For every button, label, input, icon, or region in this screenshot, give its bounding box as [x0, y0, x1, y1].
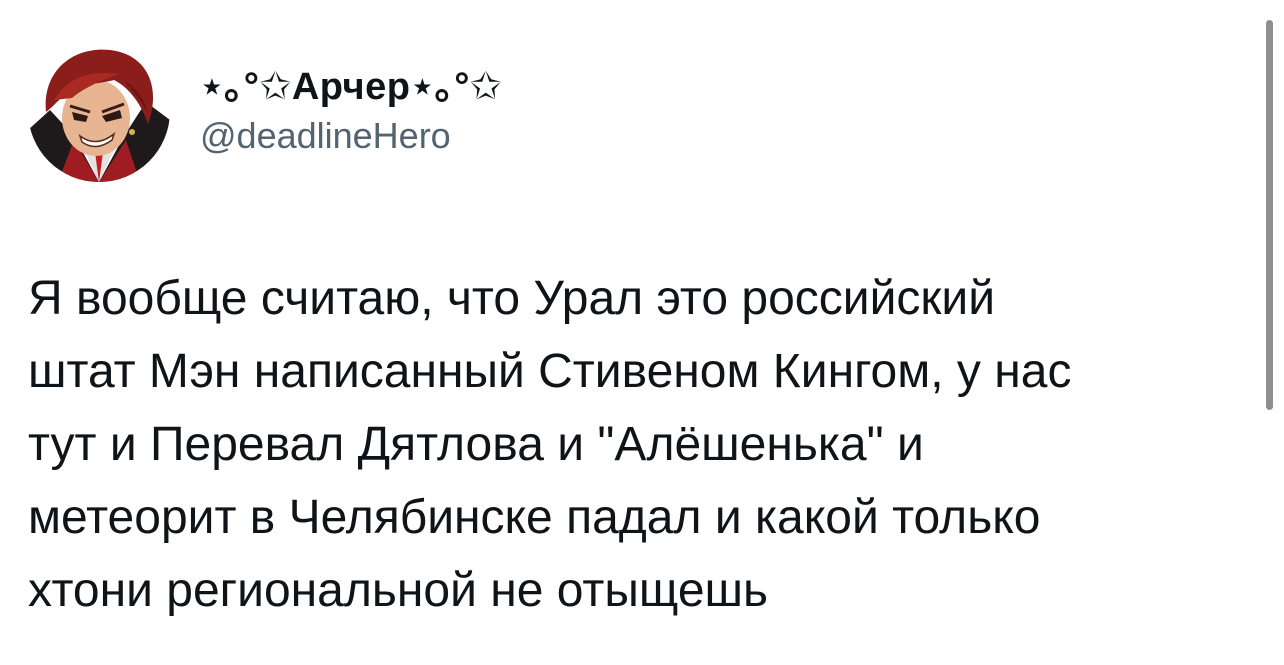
tweet-card: ⋆｡°✩Арчер⋆｡°✩ @deadlineHero Я вообще счи…: [0, 0, 1284, 665]
tweet-text-line: хтони региональной не отыщешь: [28, 564, 769, 617]
author-names: ⋆｡°✩Арчер⋆｡°✩ @deadlineHero: [200, 40, 502, 182]
avatar[interactable]: [28, 40, 170, 182]
display-name[interactable]: ⋆｡°✩Арчер⋆｡°✩: [200, 63, 502, 111]
tweet-text-line: Я вообще считаю, что Урал это российский: [28, 272, 996, 325]
user-handle[interactable]: @deadlineHero: [200, 113, 502, 159]
tweet-header: ⋆｡°✩Арчер⋆｡°✩ @deadlineHero: [28, 40, 502, 182]
tweet-text-line: штат Мэн написанный Стивеном Кингом, у н…: [28, 345, 1072, 398]
tweet-text-line: метеорит в Челябинске падал и какой толь…: [28, 491, 1041, 544]
vertical-scrollbar[interactable]: [1266, 20, 1273, 410]
tweet-text-line: тут и Перевал Дятлова и "Алёшенька" и: [28, 418, 924, 471]
tweet-text: Я вообще считаю, что Урал это российский…: [28, 262, 1248, 627]
anime-character-avatar-icon: [28, 40, 170, 182]
